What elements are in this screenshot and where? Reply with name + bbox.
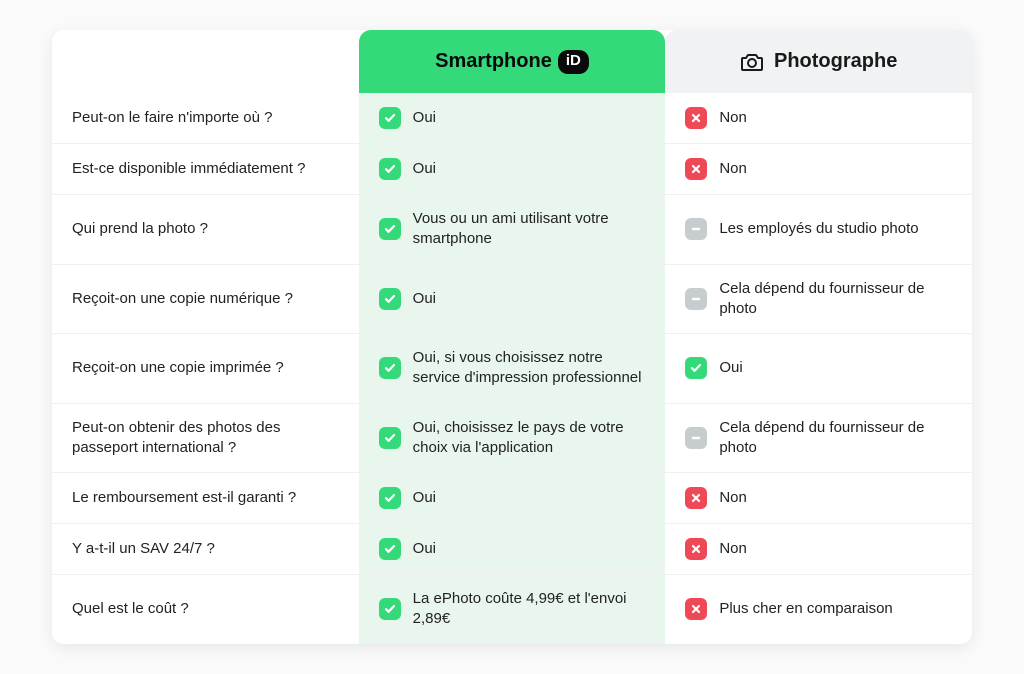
check-icon — [379, 427, 401, 449]
answer-b-cell: Cela dépend du fournisseur de photo — [665, 404, 972, 474]
header-smartphone-id: Smartphone iD — [359, 30, 666, 93]
check-icon — [379, 487, 401, 509]
table-row: Quel est le coût ? La ePhoto coûte 4,99€ … — [52, 575, 972, 644]
question-cell: Peut-on obtenir des photos des passeport… — [52, 404, 359, 474]
answer-a-text: Oui, choisissez le pays de votre choix v… — [413, 418, 646, 459]
dash-icon — [685, 218, 707, 240]
table-header-row: Smartphone iD Photographe — [52, 30, 972, 93]
answer-a-text: Oui — [413, 488, 436, 508]
answer-a-cell: Oui, choisissez le pays de votre choix v… — [359, 404, 666, 474]
answer-a-cell: Oui — [359, 473, 666, 524]
cross-icon — [685, 107, 707, 129]
answer-b-text: Non — [719, 539, 747, 559]
question-cell: Y a-t-il un SAV 24/7 ? — [52, 524, 359, 575]
answer-a-cell: Oui — [359, 524, 666, 575]
answer-a-text: Vous ou un ami utilisant votre smartphon… — [413, 209, 646, 250]
answer-b-text: Non — [719, 159, 747, 179]
cross-icon — [685, 487, 707, 509]
answer-b-cell: Cela dépend du fournisseur de photo — [665, 265, 972, 335]
answer-a-text: Oui — [413, 289, 436, 309]
question-text: Y a-t-il un SAV 24/7 ? — [72, 539, 215, 559]
question-text: Le remboursement est-il garanti ? — [72, 488, 296, 508]
camera-icon — [740, 52, 764, 72]
brand-badge: iD — [558, 50, 589, 74]
question-text: Reçoit-on une copie numérique ? — [72, 289, 293, 309]
header-photographe-label: Photographe — [774, 48, 897, 75]
answer-b-cell: Les employés du studio photo — [665, 195, 972, 265]
brand-text: Smartphone — [435, 48, 552, 75]
answer-b-cell: Non — [665, 524, 972, 575]
answer-b-cell: Non — [665, 473, 972, 524]
answer-a-text: Oui, si vous choisissez notre service d'… — [413, 348, 646, 389]
table-row: Y a-t-il un SAV 24/7 ? Oui Non — [52, 524, 972, 575]
answer-a-cell: Oui — [359, 93, 666, 144]
answer-b-cell: Plus cher en comparaison — [665, 575, 972, 644]
answer-a-cell: Oui, si vous choisissez notre service d'… — [359, 334, 666, 404]
question-cell: Quel est le coût ? — [52, 575, 359, 644]
dash-icon — [685, 427, 707, 449]
table-row: Peut-on obtenir des photos des passeport… — [52, 404, 972, 474]
table-row: Reçoit-on une copie imprimée ? Oui, si vo… — [52, 334, 972, 404]
answer-a-text: Oui — [413, 108, 436, 128]
answer-a-text: Oui — [413, 159, 436, 179]
answer-a-text: La ePhoto coûte 4,99€ et l'envoi 2,89€ — [413, 589, 646, 630]
check-icon — [379, 158, 401, 180]
question-text: Reçoit-on une copie imprimée ? — [72, 358, 284, 378]
answer-b-text: Plus cher en comparaison — [719, 599, 892, 619]
question-text: Est-ce disponible immédiatement ? — [72, 159, 305, 179]
check-icon — [685, 357, 707, 379]
table-row: Le remboursement est-il garanti ? Oui Non — [52, 473, 972, 524]
question-text: Qui prend la photo ? — [72, 219, 208, 239]
check-icon — [379, 218, 401, 240]
question-cell: Le remboursement est-il garanti ? — [52, 473, 359, 524]
answer-a-cell: La ePhoto coûte 4,99€ et l'envoi 2,89€ — [359, 575, 666, 644]
answer-b-text: Cela dépend du fournisseur de photo — [719, 279, 952, 320]
answer-a-cell: Oui — [359, 144, 666, 195]
answer-a-text: Oui — [413, 539, 436, 559]
answer-b-text: Non — [719, 488, 747, 508]
answer-b-cell: Oui — [665, 334, 972, 404]
table-row: Reçoit-on une copie numérique ? Oui Cela d… — [52, 265, 972, 335]
table-row: Qui prend la photo ? Vous ou un ami utili… — [52, 195, 972, 265]
cross-icon — [685, 538, 707, 560]
answer-b-text: Oui — [719, 358, 742, 378]
cross-icon — [685, 158, 707, 180]
answer-b-text: Non — [719, 108, 747, 128]
answer-a-cell: Oui — [359, 265, 666, 335]
answer-b-cell: Non — [665, 93, 972, 144]
check-icon — [379, 538, 401, 560]
check-icon — [379, 357, 401, 379]
question-cell: Reçoit-on une copie imprimée ? — [52, 334, 359, 404]
answer-b-text: Cela dépend du fournisseur de photo — [719, 418, 952, 459]
question-text: Peut-on obtenir des photos des passeport… — [72, 418, 339, 459]
answer-a-cell: Vous ou un ami utilisant votre smartphon… — [359, 195, 666, 265]
cross-icon — [685, 598, 707, 620]
question-text: Quel est le coût ? — [72, 599, 189, 619]
table-row: Peut-on le faire n'importe où ? Oui Non — [52, 93, 972, 144]
question-cell: Reçoit-on une copie numérique ? — [52, 265, 359, 335]
answer-b-text: Les employés du studio photo — [719, 219, 918, 239]
table-row: Est-ce disponible immédiatement ? Oui Non — [52, 144, 972, 195]
header-empty — [52, 30, 359, 93]
question-text: Peut-on le faire n'importe où ? — [72, 108, 272, 128]
check-icon — [379, 288, 401, 310]
dash-icon — [685, 288, 707, 310]
answer-b-cell: Non — [665, 144, 972, 195]
question-cell: Qui prend la photo ? — [52, 195, 359, 265]
check-icon — [379, 107, 401, 129]
check-icon — [379, 598, 401, 620]
header-photographe: Photographe — [665, 30, 972, 93]
comparison-table: Smartphone iD Photographe Peut-on le fai… — [52, 30, 972, 644]
question-cell: Peut-on le faire n'importe où ? — [52, 93, 359, 144]
question-cell: Est-ce disponible immédiatement ? — [52, 144, 359, 195]
